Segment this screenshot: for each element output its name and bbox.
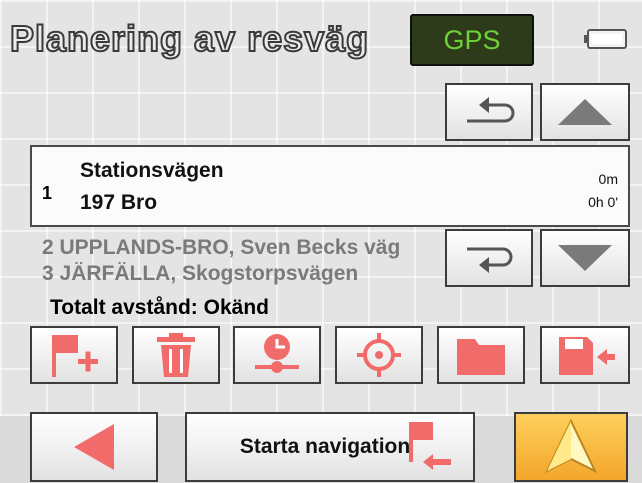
start-navigation-button[interactable]: Starta navigation [185,412,475,482]
trash-icon [157,333,195,377]
back-button[interactable] [30,412,158,482]
route-point-street: Stationsvägen [80,159,224,182]
reverse-route-icon [467,97,515,123]
battery-icon [584,28,628,50]
arrow-up-icon [558,99,612,125]
save-route-button[interactable] [540,326,630,384]
folder-icon [457,339,505,375]
scroll-down-button[interactable] [540,229,630,287]
add-stop-button[interactable] [30,326,118,384]
route-options-icon [255,334,299,373]
route-planning-screen: Planering av resväg GPS 1 Stationsvägen … [0,0,642,483]
crosshair-icon [357,333,401,377]
add-stop-icon [52,335,98,377]
flag-arrow-icon [409,422,451,470]
route-stop-3[interactable]: 3 JÄRFÄLLA, Skogstorpsvägen [42,262,437,286]
load-route-button[interactable] [437,326,525,384]
arrow-down-icon [558,245,612,271]
route-point-city: 197 Bro [80,191,158,214]
route-options-button[interactable] [233,326,321,384]
delete-button[interactable] [132,326,220,384]
start-navigation-label: Starta navigation [239,435,411,458]
back-arrow-icon [74,424,114,470]
total-distance: Totalt avstånd: Okänd [50,296,269,319]
route-point-item[interactable]: 1 Stationsvägen 197 Bro 0m 0h 0' [30,145,630,227]
route-point-time: 0h 0' [588,194,618,210]
navigation-mode-button[interactable] [514,412,628,482]
route-point-distance: 0m [598,171,618,187]
reverse-route-button[interactable] [445,83,533,141]
route-stop-2[interactable]: 2 UPPLANDS-BRO, Sven Becks väg [42,236,437,260]
gps-status-badge: GPS [410,14,534,66]
next-stop-button[interactable] [445,229,533,287]
navigation-arrow-icon [544,419,598,474]
turn-icon [467,247,513,273]
scroll-up-button[interactable] [540,83,630,141]
route-point-index: 1 [42,183,53,203]
current-position-button[interactable] [335,326,423,384]
page-title: Planering av resväg [10,18,370,60]
save-route-icon [559,337,615,375]
